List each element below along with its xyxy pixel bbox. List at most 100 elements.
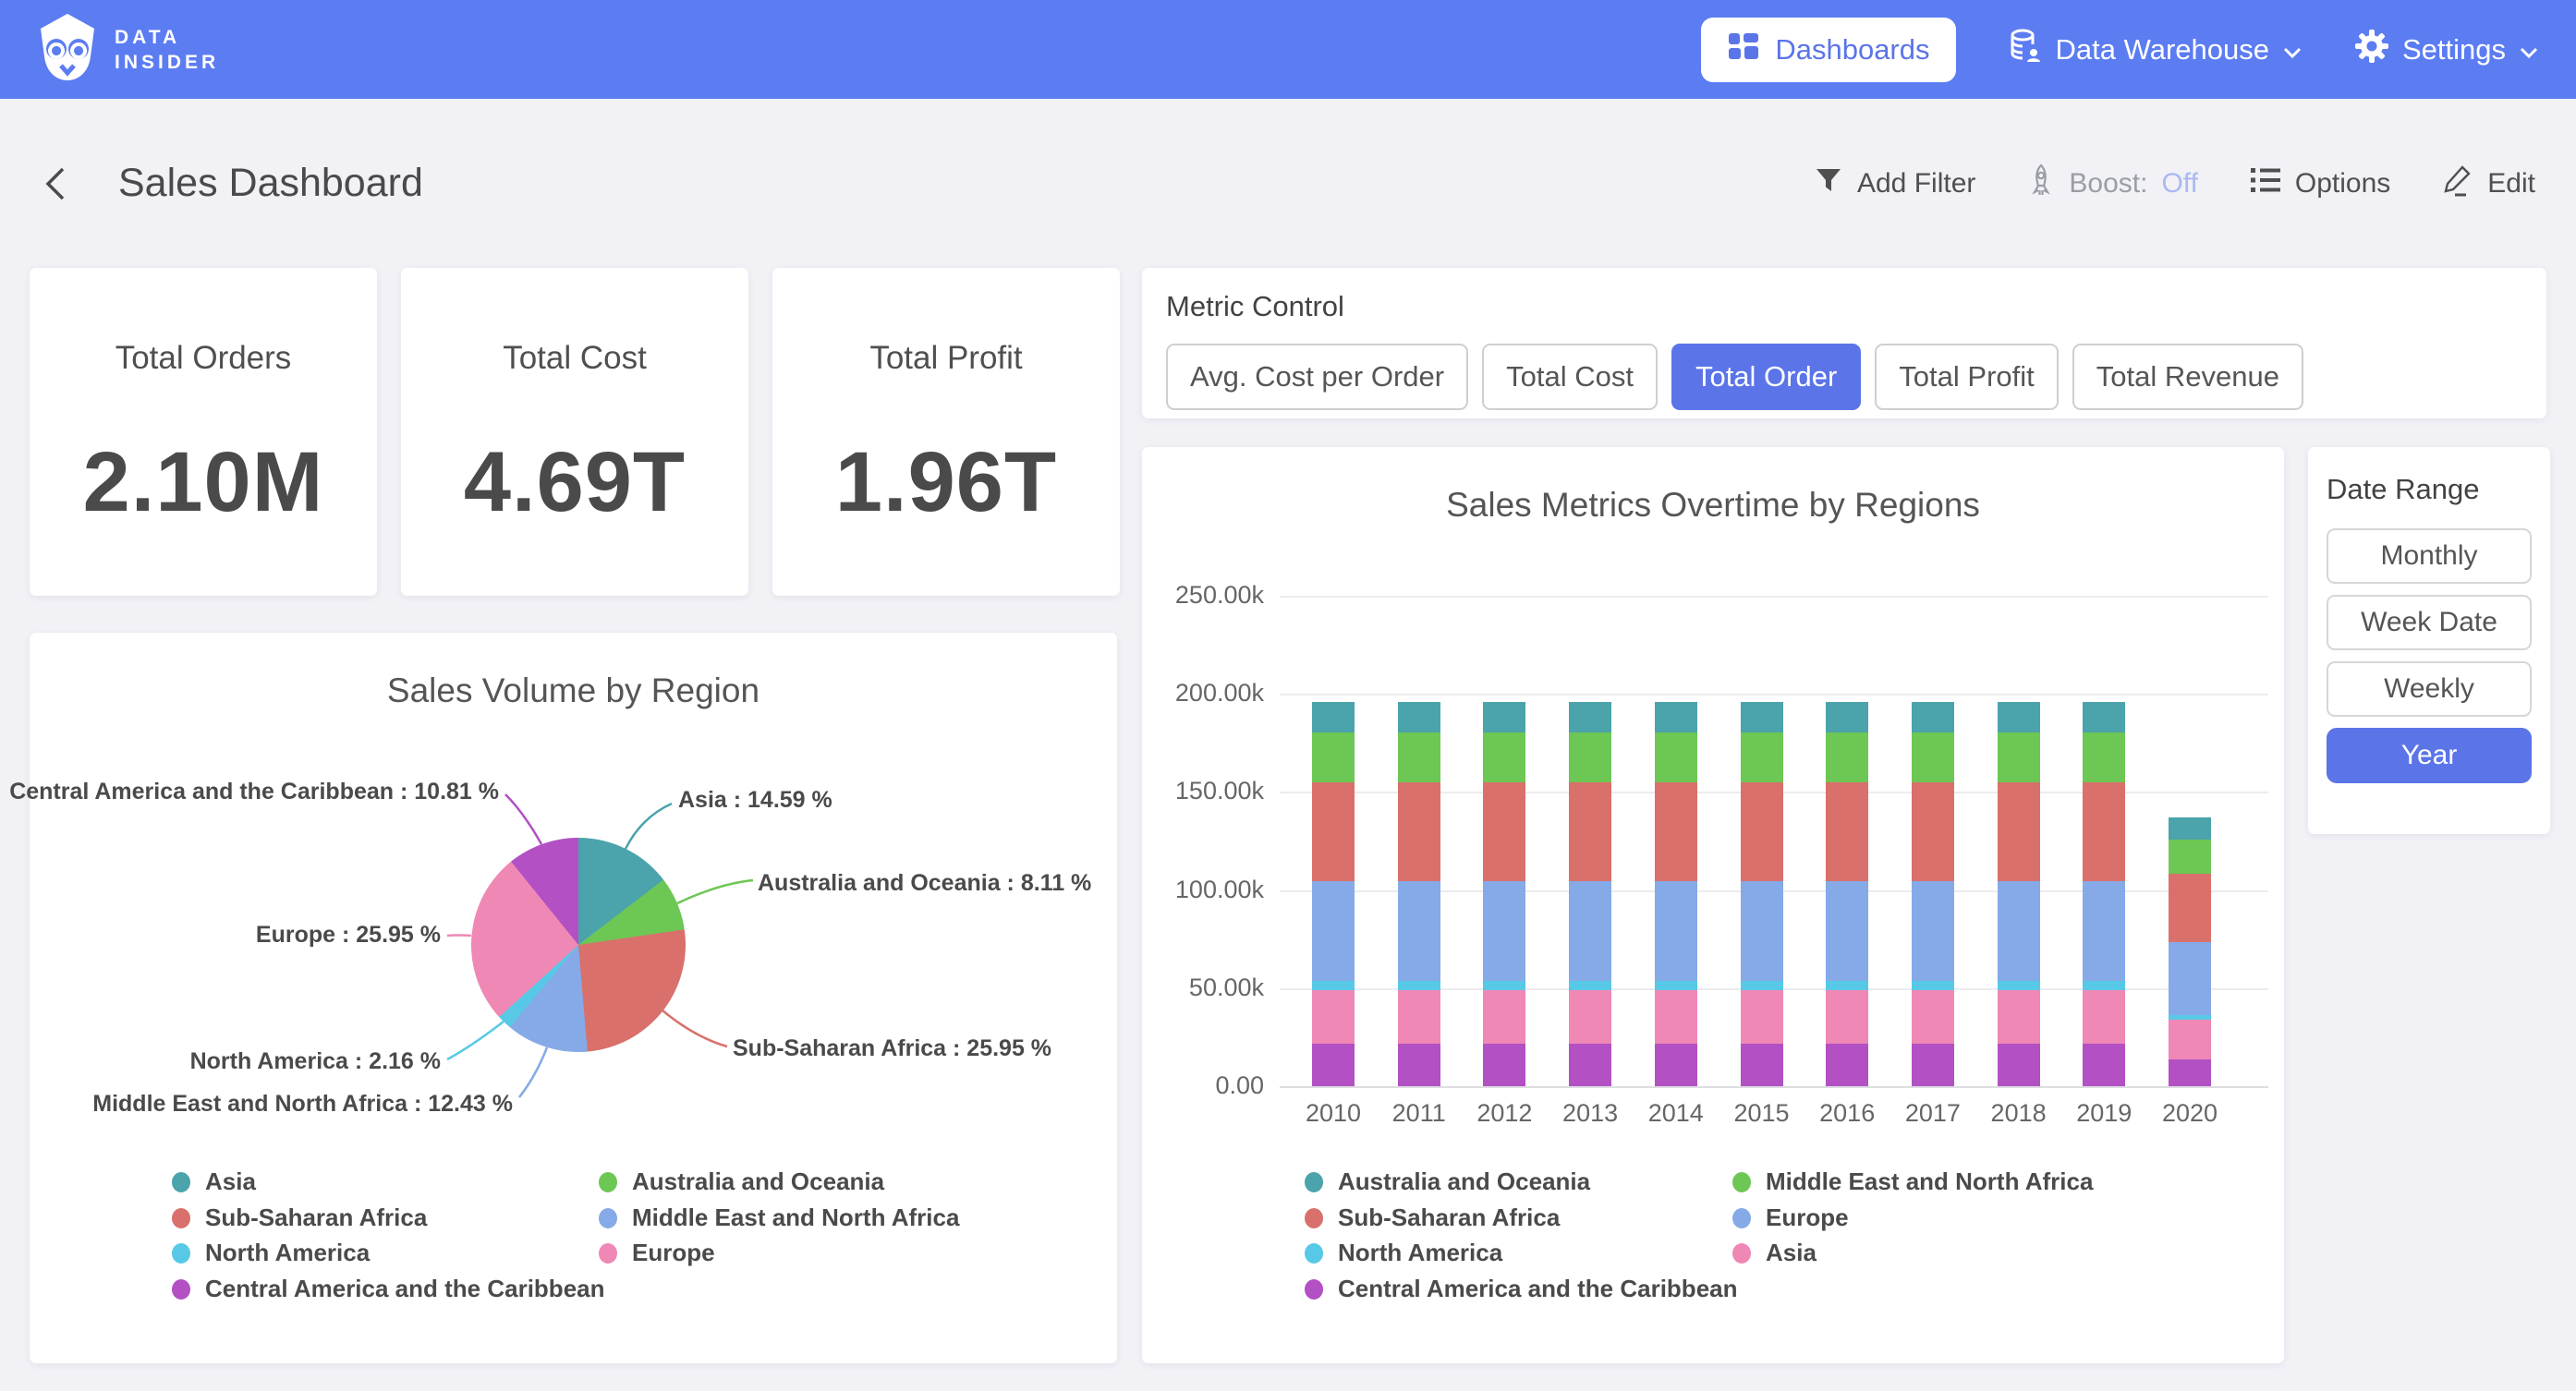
bar-2011: [1398, 702, 1440, 1086]
brand-text: DATA INSIDER: [115, 25, 219, 75]
brand: DATA INSIDER: [37, 12, 219, 87]
date-range-option-weekly[interactable]: Weekly: [2327, 661, 2532, 717]
data-warehouse-menu[interactable]: Data Warehouse: [2008, 28, 2303, 72]
bar-segment: [1741, 732, 1783, 782]
y-axis-tick: 200.00k: [1148, 679, 1264, 708]
bar-segment: [1312, 881, 1355, 981]
bar-segment: [1398, 990, 1440, 1044]
legend-item-north-america[interactable]: North America: [1305, 1239, 1502, 1267]
bar-segment: [1569, 881, 1611, 981]
bar-segment: [1569, 990, 1611, 1044]
gridline: [1280, 1086, 2268, 1088]
date-range-option-monthly[interactable]: Monthly: [2327, 528, 2532, 584]
boost-toggle[interactable]: Boost: Off: [2027, 163, 2198, 204]
top-navbar: DATA INSIDER Dashboards: [0, 0, 2576, 99]
legend-item-europe[interactable]: Europe: [599, 1239, 715, 1267]
bar-segment: [1398, 1044, 1440, 1086]
y-axis-tick: 100.00k: [1148, 876, 1264, 904]
bar-segment: [2083, 782, 2125, 881]
legend-item-australia-and-oceania[interactable]: Australia and Oceania: [599, 1167, 884, 1196]
legend-label: North America: [205, 1239, 370, 1267]
date-range-option-year[interactable]: Year: [2327, 728, 2532, 783]
metric-option-total-order[interactable]: Total Order: [1671, 344, 1861, 410]
bar-2013: [1569, 702, 1611, 1086]
bar-segment: [1912, 881, 1954, 981]
bar-segment: [1741, 782, 1783, 881]
legend-dot: [1732, 1243, 1751, 1264]
metric-option-avg-cost-per-order[interactable]: Avg. Cost per Order: [1166, 344, 1468, 410]
legend-item-middle-east-and-north-africa[interactable]: Middle East and North Africa: [1732, 1167, 2093, 1196]
legend-item-central-america-and-the-caribbean[interactable]: Central America and the Caribbean: [172, 1275, 605, 1303]
bar-segment: [1312, 782, 1355, 881]
edit-button[interactable]: Edit: [2442, 163, 2535, 204]
legend-label: Central America and the Caribbean: [1338, 1275, 1738, 1303]
metric-option-total-cost[interactable]: Total Cost: [1482, 344, 1658, 410]
chevron-down-icon: [2282, 33, 2303, 67]
date-range-button-group: Monthly Week Date Weekly Year: [2327, 528, 2532, 783]
database-icon: [2008, 28, 2043, 72]
bar-segment: [1826, 881, 1868, 981]
bar-segment: [1912, 981, 1954, 990]
settings-menu[interactable]: Settings: [2354, 29, 2539, 71]
owl-logo-icon: [37, 12, 98, 87]
bar-segment: [1483, 702, 1525, 732]
bar-segment: [1569, 782, 1611, 881]
add-filter-button[interactable]: Add Filter: [1814, 165, 1975, 202]
dashboards-button[interactable]: Dashboards: [1701, 18, 1955, 82]
metric-control-panel: Metric Control Avg. Cost per OrderTotal …: [1142, 268, 2546, 418]
x-axis-tick: 2010: [1290, 1099, 1377, 1128]
boost-state: Off: [2161, 168, 2197, 200]
bar-segment: [1483, 990, 1525, 1044]
options-list-icon: [2250, 166, 2281, 201]
date-range-option-week-date[interactable]: Week Date: [2327, 595, 2532, 650]
legend-dot: [599, 1172, 617, 1192]
bar-segment: [1655, 881, 1697, 981]
kpi-label: Total Orders: [115, 340, 292, 377]
bar-segment: [1483, 981, 1525, 990]
x-axis-tick: 2012: [1461, 1099, 1548, 1128]
x-axis-tick: 2020: [2146, 1099, 2233, 1128]
bar-segment: [1569, 702, 1611, 732]
metric-option-total-profit[interactable]: Total Profit: [1875, 344, 2058, 410]
kpi-card-total-cost: Total Cost 4.69T: [401, 268, 748, 596]
y-axis-tick: 250.00k: [1148, 581, 1264, 610]
legend-label: Europe: [632, 1239, 715, 1267]
legend-item-sub-saharan-africa[interactable]: Sub-Saharan Africa: [172, 1204, 427, 1232]
bar-2017: [1912, 702, 1954, 1086]
legend-item-asia[interactable]: Asia: [1732, 1239, 1817, 1267]
bar-segment: [1912, 702, 1954, 732]
x-axis-tick: 2018: [1975, 1099, 2062, 1128]
bar-segment: [1998, 881, 2040, 981]
bar-segment: [1569, 732, 1611, 782]
back-button[interactable]: [41, 163, 81, 204]
bar-segment: [1655, 990, 1697, 1044]
chevron-down-icon: [2519, 33, 2539, 67]
legend-item-central-america-and-the-caribbean[interactable]: Central America and the Caribbean: [1305, 1275, 1738, 1303]
options-button[interactable]: Options: [2250, 166, 2390, 201]
bar-segment: [1569, 981, 1611, 990]
legend-label: Middle East and North Africa: [1766, 1167, 2093, 1196]
legend-item-middle-east-and-north-africa[interactable]: Middle East and North Africa: [599, 1204, 959, 1232]
bar-segment: [1998, 1044, 2040, 1086]
metric-option-total-revenue[interactable]: Total Revenue: [2072, 344, 2303, 410]
bar-2010: [1312, 702, 1355, 1086]
bar-segment: [1312, 1044, 1355, 1086]
bar-segment: [2083, 732, 2125, 782]
bar-segment: [1741, 990, 1783, 1044]
bar-chart-card: Sales Metrics Overtime by Regions 250.00…: [1142, 447, 2284, 1363]
legend-item-australia-and-oceania[interactable]: Australia and Oceania: [1305, 1167, 1590, 1196]
bar-segment: [2083, 981, 2125, 990]
bar-segment: [1826, 732, 1868, 782]
x-axis-tick: 2019: [2060, 1099, 2147, 1128]
x-axis-tick: 2013: [1547, 1099, 1634, 1128]
legend-dot: [1305, 1172, 1323, 1192]
legend-item-europe[interactable]: Europe: [1732, 1204, 1849, 1232]
legend-item-north-america[interactable]: North America: [172, 1239, 370, 1267]
bar-segment: [1998, 981, 2040, 990]
legend-item-asia[interactable]: Asia: [172, 1167, 256, 1196]
bar-2020: [2169, 817, 2211, 1086]
pencil-icon: [2442, 163, 2473, 204]
legend-item-sub-saharan-africa[interactable]: Sub-Saharan Africa: [1305, 1204, 1560, 1232]
pie-chart-card: Sales Volume by Region Asia : 14.59 %Aus…: [30, 633, 1117, 1363]
pie-label-sub-saharan-africa: Sub-Saharan Africa : 25.95 %: [733, 1035, 1051, 1062]
